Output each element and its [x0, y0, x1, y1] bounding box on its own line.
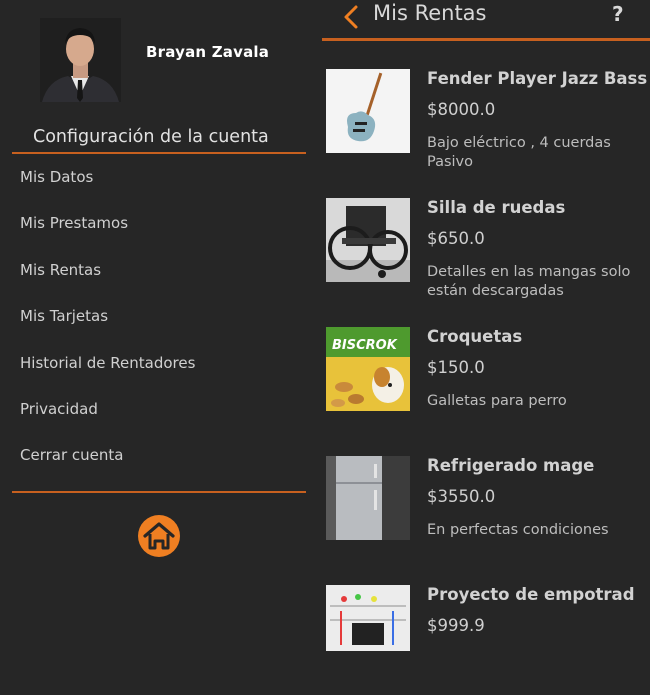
section-title: Configuración de la cuenta: [33, 127, 269, 147]
settings-menu: Mis Datos Mis Prestamos Mis Rentas Mis T…: [20, 165, 195, 490]
menu-item-mis-datos[interactable]: Mis Datos: [20, 165, 195, 211]
menu-item-historial-rentadores[interactable]: Historial de Rentadores: [20, 351, 195, 397]
navigation-drawer: Brayan Zavala Configuración de la cuenta…: [0, 0, 318, 651]
item-description: Detalles en las mangas solo están descar…: [427, 264, 631, 299]
home-icon: [143, 522, 175, 550]
list-item[interactable]: Fender Player Jazz Bass $8000.0 Bajo elé…: [322, 69, 650, 179]
menu-item-mis-prestamos[interactable]: Mis Prestamos: [20, 211, 195, 257]
breadboard-image: [326, 585, 410, 651]
bass-guitar-image: [326, 69, 410, 153]
item-description: Galletas para perro: [427, 393, 567, 409]
divider: [12, 491, 306, 493]
home-button[interactable]: [138, 515, 180, 557]
item-title: Croquetas: [427, 327, 523, 346]
refrigerator-image: [326, 456, 410, 540]
item-price: $999.9: [427, 616, 485, 635]
dog-biscuits-image: BISCROK: [326, 327, 410, 411]
item-price: $3550.0: [427, 487, 496, 506]
item-price: $150.0: [427, 358, 485, 377]
list-item[interactable]: BISCROK Croquetas $150.0 Galletas para p…: [322, 327, 650, 437]
item-description: Bajo eléctrico , 4 cuerdas Pasivo: [427, 135, 611, 170]
item-title: Silla de ruedas: [427, 198, 566, 217]
page-title: Mis Rentas: [373, 1, 487, 25]
menu-item-mis-rentas[interactable]: Mis Rentas: [20, 258, 195, 304]
wheelchair-image: [326, 198, 410, 282]
item-price: $650.0: [427, 229, 485, 248]
brand-text: BISCROK: [332, 338, 398, 353]
item-price: $8000.0: [427, 100, 496, 119]
item-title: Proyecto de empotrad: [427, 585, 635, 604]
menu-item-mis-tarjetas[interactable]: Mis Tarjetas: [20, 304, 195, 350]
item-description: En perfectas condiciones: [427, 522, 609, 538]
chevron-left-icon: [344, 5, 358, 29]
list-item[interactable]: Silla de ruedas $650.0 Detalles en las m…: [322, 198, 650, 308]
menu-item-cerrar-cuenta[interactable]: Cerrar cuenta: [20, 443, 195, 489]
user-name: Brayan Zavala: [146, 43, 270, 61]
app-header: Mis Rentas ?: [322, 0, 650, 42]
item-title: Refrigerado mage: [427, 456, 595, 475]
header-divider: [322, 38, 650, 41]
menu-item-privacidad[interactable]: Privacidad: [20, 397, 195, 443]
divider: [12, 152, 306, 154]
item-title: Fender Player Jazz Bass: [427, 69, 648, 88]
back-button[interactable]: [340, 4, 362, 30]
help-button[interactable]: ?: [612, 2, 624, 26]
list-item[interactable]: Refrigerado mage $3550.0 En perfectas co…: [322, 456, 650, 566]
list-item[interactable]: Proyecto de empotrad $999.9: [322, 585, 650, 695]
avatar[interactable]: [40, 18, 121, 102]
